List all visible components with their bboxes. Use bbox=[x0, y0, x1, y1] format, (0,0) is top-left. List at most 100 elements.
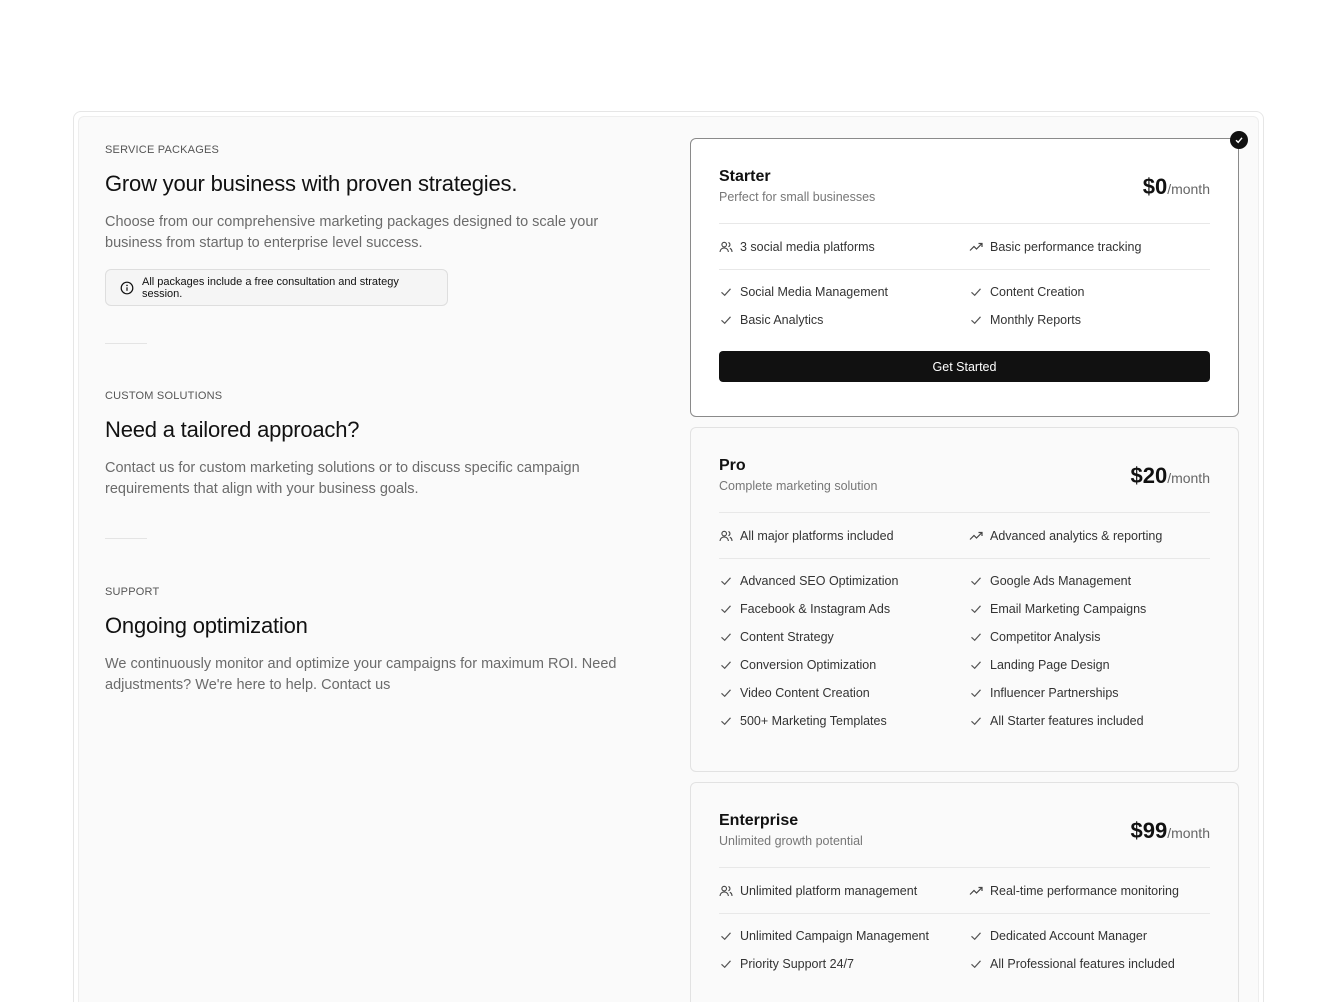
plan-price: $0/month bbox=[1143, 174, 1210, 200]
plan-highlights: Unlimited platform management Real-time … bbox=[719, 868, 1210, 913]
check-icon bbox=[721, 633, 731, 642]
section-title: Grow your business with proven strategie… bbox=[105, 171, 518, 196]
check-icon bbox=[721, 605, 731, 614]
check-icon bbox=[971, 633, 981, 642]
highlight-text: Advanced analytics & reporting bbox=[990, 528, 1163, 543]
feature-text: Priority Support 24/7 bbox=[740, 957, 854, 971]
plan-header: Pro Complete marketing solution $20/mont… bbox=[719, 428, 1210, 512]
section-description: Choose from our comprehensive marketing … bbox=[105, 214, 599, 251]
plan-card-starter[interactable]: Starter Perfect for small businesses $0/… bbox=[690, 131, 1248, 417]
tracking-highlight: Real-time performance monitoring bbox=[969, 884, 1210, 898]
feature-item: Basic Analytics bbox=[719, 306, 969, 334]
consultation-note-text: All packages include a free consultation… bbox=[142, 275, 399, 300]
feature-item: Video Content Creation bbox=[719, 679, 969, 707]
platforms-highlight: Unlimited platform management bbox=[719, 884, 969, 898]
pricing-panel: SERVICE PACKAGES Grow your business with… bbox=[78, 116, 1259, 1002]
check-icon bbox=[971, 960, 981, 969]
feature-item: Competitor Analysis bbox=[969, 623, 1210, 651]
check-circle-icon bbox=[1230, 131, 1248, 149]
feature-item: Conversion Optimization bbox=[719, 651, 969, 679]
section-eyebrow: SUPPORT bbox=[105, 586, 160, 598]
feature-item: Email Marketing Campaigns bbox=[969, 595, 1210, 623]
plan-highlights: 3 social media platforms Basic performan… bbox=[719, 224, 1210, 269]
check-icon bbox=[721, 661, 731, 670]
plan-highlights: All major platforms included Advanced an… bbox=[719, 513, 1210, 558]
feature-item: 500+ Marketing Templates bbox=[719, 707, 969, 735]
plan-header: Starter Perfect for small businesses $0/… bbox=[719, 139, 1210, 223]
price-amount: $0 bbox=[1142, 174, 1168, 199]
feature-text: Basic Analytics bbox=[740, 313, 824, 327]
feature-text: All Starter features included bbox=[990, 714, 1144, 728]
section-title: Need a tailored approach? bbox=[105, 417, 360, 442]
check-icon bbox=[971, 932, 981, 941]
feature-item: Priority Support 24/7 bbox=[719, 950, 969, 978]
feature-text: Content Creation bbox=[990, 285, 1085, 299]
feature-text: Video Content Creation bbox=[740, 686, 870, 700]
feature-text: Advanced SEO Optimization bbox=[740, 574, 899, 588]
trending-up-icon bbox=[969, 242, 983, 251]
consultation-note: All packages include a free consultation… bbox=[105, 269, 448, 306]
feature-text: Facebook & Instagram Ads bbox=[740, 602, 891, 616]
price-amount: $20 bbox=[1130, 463, 1168, 488]
feature-text: Google Ads Management bbox=[990, 574, 1132, 588]
check-icon bbox=[721, 689, 731, 698]
highlight-text: 3 social media platforms bbox=[740, 239, 875, 254]
check-icon bbox=[721, 577, 731, 586]
feature-text: Email Marketing Campaigns bbox=[990, 602, 1147, 616]
platforms-highlight: 3 social media platforms bbox=[719, 240, 969, 254]
get-started-button[interactable]: Get Started bbox=[719, 351, 1210, 382]
feature-item: Google Ads Management bbox=[969, 567, 1210, 595]
section-eyebrow: CUSTOM SOLUTIONS bbox=[105, 390, 223, 402]
feature-text: Content Strategy bbox=[740, 630, 834, 644]
platforms-highlight: All major platforms included bbox=[719, 529, 969, 543]
plan-name: Starter bbox=[719, 168, 771, 185]
check-icon bbox=[721, 717, 731, 726]
price-period: /month bbox=[1167, 181, 1210, 197]
feature-item: Unlimited Campaign Management bbox=[719, 922, 969, 950]
plan-card-enterprise[interactable]: Enterprise Unlimited growth potential $9… bbox=[690, 782, 1239, 1002]
tracking-highlight: Advanced analytics & reporting bbox=[969, 529, 1210, 543]
plan-card-pro[interactable]: Pro Complete marketing solution $20/mont… bbox=[690, 427, 1239, 772]
pricing-panel-outer: SERVICE PACKAGES Grow your business with… bbox=[73, 111, 1264, 1002]
feature-item: Monthly Reports bbox=[969, 306, 1210, 334]
section-divider bbox=[105, 343, 147, 344]
section-divider bbox=[105, 538, 147, 539]
check-icon bbox=[971, 605, 981, 614]
plan-price: $20/month bbox=[1130, 463, 1210, 489]
check-icon bbox=[971, 717, 981, 726]
highlight-text: Unlimited platform management bbox=[740, 883, 918, 898]
feature-item: All Professional features included bbox=[969, 950, 1210, 978]
feature-text: 500+ Marketing Templates bbox=[740, 714, 887, 728]
users-icon bbox=[719, 241, 733, 252]
feature-text: Social Media Management bbox=[740, 285, 888, 299]
highlight-text: All major platforms included bbox=[740, 528, 894, 543]
feature-text: All Professional features included bbox=[990, 957, 1175, 971]
check-icon bbox=[721, 288, 731, 297]
feature-item: Landing Page Design bbox=[969, 651, 1210, 679]
support-section: SUPPORT Ongoing optimization We continuo… bbox=[105, 586, 645, 696]
feature-text: Dedicated Account Manager bbox=[990, 929, 1148, 943]
highlight-text: Basic performance tracking bbox=[990, 239, 1142, 254]
check-icon bbox=[971, 689, 981, 698]
trending-up-icon bbox=[969, 886, 983, 895]
section-title: Ongoing optimization bbox=[105, 613, 308, 638]
check-icon bbox=[721, 932, 731, 941]
plan-tagline: Perfect for small businesses bbox=[719, 190, 876, 204]
price-period: /month bbox=[1167, 470, 1210, 486]
check-icon bbox=[971, 288, 981, 297]
section-eyebrow: SERVICE PACKAGES bbox=[105, 144, 220, 156]
plan-header: Enterprise Unlimited growth potential $9… bbox=[719, 783, 1210, 867]
feature-list: Advanced SEO Optimization Google Ads Man… bbox=[719, 559, 1210, 735]
section-description: We continuously monitor and optimize you… bbox=[105, 656, 617, 693]
trending-up-icon bbox=[969, 531, 983, 540]
feature-item: Influencer Partnerships bbox=[969, 679, 1210, 707]
feature-list: Unlimited Campaign Management Dedicated … bbox=[719, 914, 1210, 978]
feature-text: Monthly Reports bbox=[990, 313, 1082, 327]
highlight-text: Real-time performance monitoring bbox=[990, 883, 1179, 898]
plan-price: $99/month bbox=[1130, 818, 1210, 844]
feature-list: Social Media Management Content Creation… bbox=[719, 270, 1210, 334]
check-icon bbox=[721, 316, 731, 325]
feature-text: Unlimited Campaign Management bbox=[740, 929, 929, 943]
feature-text: Conversion Optimization bbox=[740, 658, 877, 672]
custom-solutions-section: CUSTOM SOLUTIONS Need a tailored approac… bbox=[105, 390, 645, 500]
